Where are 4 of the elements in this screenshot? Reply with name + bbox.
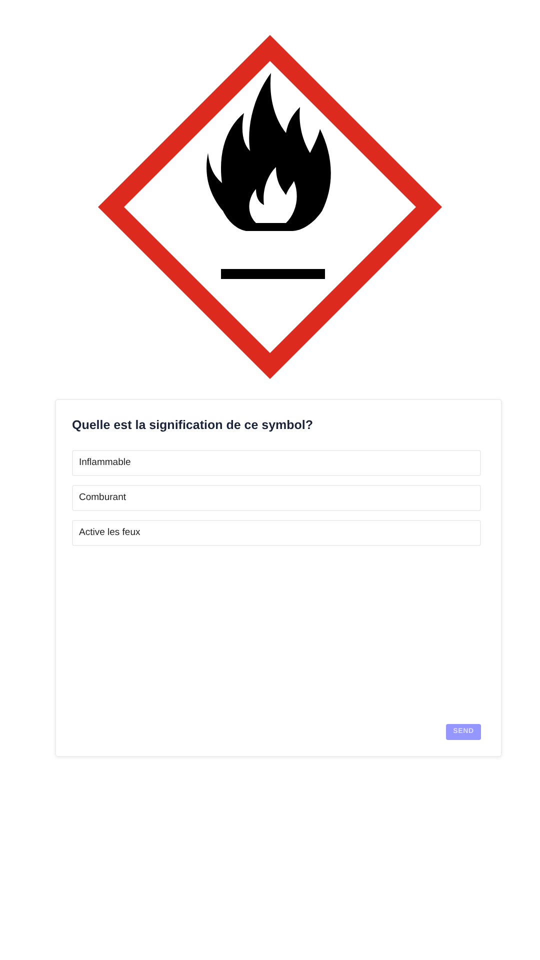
question-text: Quelle est la signification de ce symbol?	[72, 417, 314, 434]
answer-option[interactable]: Active les feux	[72, 520, 481, 546]
answer-option[interactable]: Comburant	[72, 484, 481, 511]
answer-option[interactable]: Inflammable	[72, 450, 481, 476]
